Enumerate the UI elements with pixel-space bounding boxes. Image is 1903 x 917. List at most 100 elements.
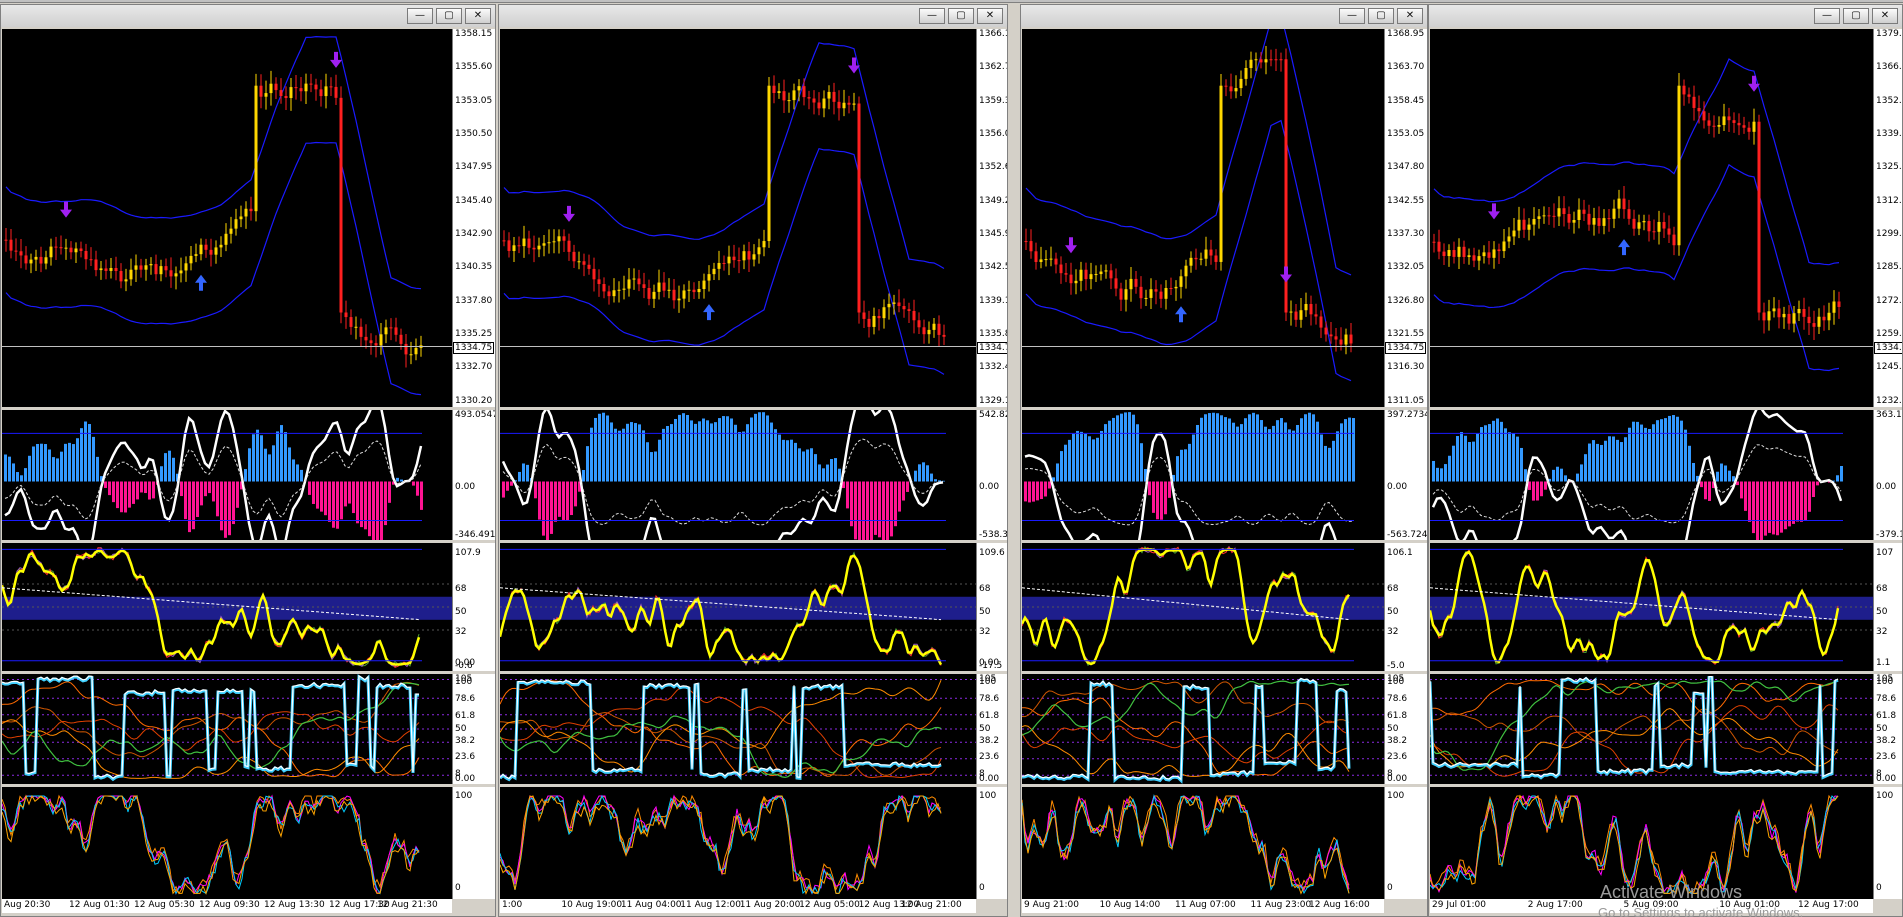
price-scale[interactable]: 1358.15 1355.60 1353.05 1350.50 1347.95 1345.… [452,29,495,407]
time-axis[interactable]: Aug 20:30 12 Aug 01:30 12 Aug 05:30 12 Aug … [2,899,452,913]
price-scale[interactable]: 1379. 1366. 1352. 1339. 1325. 1312. 1299. 1285.… [1873,29,1902,407]
stochastic-scale[interactable]: 105 100 78.6 61.8 50 38.2 23.6 8 0.00 [452,674,495,784]
rsi-scale[interactable]: 107.9 68 50 32 0.00 -0.6 [452,543,495,671]
rsi-scale[interactable]: 109.6 68 50 32 0.00 -17.5 [976,543,1007,671]
oscillator-pane[interactable] [2,787,452,899]
macd-histogram-bar [1500,421,1503,482]
candle [837,90,841,121]
price-chart-pane[interactable] [1022,29,1384,407]
minimize-button[interactable]: — [919,8,945,24]
scale-tick-label: 32 [1876,627,1888,638]
stochastic-scale[interactable]: 105 100 78.6 61.8 50 38.2 23.6 8 0.00 [1384,674,1427,784]
macd-scale[interactable]: 542.8255 0.00 -538.316 [976,410,1007,540]
time-axis[interactable]: 9 Aug 21:00 10 Aug 14:00 11 Aug 07:00 11 Au… [1022,899,1384,913]
price-chart-pane[interactable] [1430,29,1873,407]
stochastic-pane[interactable] [1430,674,1873,784]
candle [772,75,776,104]
close-button[interactable]: ✕ [977,8,1003,24]
chart-window-3[interactable]: — ▢ ✕ 1368.95 1363.70 1358.45 1353.05 1347.80 13… [1020,4,1428,917]
macd-histogram-bar [522,463,525,482]
chart-window-titlebar[interactable]: — ▢ ✕ [499,5,1007,27]
oscillator-scale[interactable]: 100 0 [976,787,1007,899]
restore-button[interactable]: ▢ [1843,8,1869,24]
macd-histogram-bar [92,436,95,482]
oscillator-scale[interactable]: 100 0 [1384,787,1427,899]
chart-window-2[interactable]: —▢✕1366.101362.701359.301356.001352.6013… [498,4,1008,917]
scale-tick-label: 1335.80 [979,328,1007,339]
macd-histogram-bar [136,481,139,500]
macd-histogram-bar [1188,443,1191,482]
macd-histogram-bar [44,444,47,482]
stochastic-pane[interactable] [2,674,452,784]
rsi-pane[interactable] [1430,543,1873,671]
macd-histogram-bar [790,439,793,482]
candle [1537,209,1541,229]
macd-histogram-bar [1620,442,1623,482]
chart-window-1[interactable]: — ▢ ✕ 1358.15 1355.60 1353.05 1350.50 1347.95 13… [0,4,496,917]
macd-histogram-bar [28,455,31,482]
scale-tick-label: 493.0547 [455,410,496,420]
candle [1832,290,1836,325]
macd-histogram-bar [1660,419,1663,482]
scale-tick-label: 50 [455,607,467,617]
stochastic-scale[interactable]: 105 100 78.6 61.8 50 38.2 23.6 8 0.00 [976,674,1007,784]
macd-histogram-bar [1664,418,1667,482]
price-scale[interactable]: 1368.95 1363.70 1358.45 1353.05 1347.80 1342.… [1384,29,1427,407]
time-axis[interactable]: 1:00 10 Aug 19:00 11 Aug 04:00 11 Aug 12:00… [500,899,976,913]
stochastic-pane[interactable] [500,674,976,784]
macd-histogram-bar [702,418,705,482]
macd-scale[interactable]: 397.2734 0.00 -563.724 [1384,410,1427,540]
price-chart-pane[interactable] [500,29,976,407]
macd-histogram-bar [1668,415,1671,482]
macd-histogram-bar [1284,422,1287,482]
stochastic-scale[interactable]: 105 100 78.6 61.8 50 38.2 23.6 8 0.00 [1873,674,1902,784]
close-button[interactable]: ✕ [465,8,491,24]
minimize-button[interactable]: — [1814,8,1840,24]
scale-tick-label: 100 [455,677,473,688]
candle [14,238,18,262]
oscillator-scale[interactable]: 100 0 [1873,787,1902,899]
candle [1712,115,1716,138]
close-button[interactable]: ✕ [1872,8,1898,24]
macd-histogram-bar [1312,414,1315,482]
macd-scale[interactable]: 493.0547 0.00 -346.491 [452,410,496,540]
candle [1657,210,1661,245]
candle [652,284,656,308]
restore-button[interactable]: ▢ [948,8,974,24]
chart-window-titlebar[interactable]: — ▢ ✕ [1429,5,1902,27]
minimize-button[interactable]: — [407,8,433,24]
oscillator-scale[interactable]: 100 0 [452,787,495,899]
rsi-neutral-zone [500,596,976,620]
time-axis-label: 11 Aug 20:00 [739,900,801,910]
macd-histogram-pane[interactable] [2,410,452,540]
rsi-scale[interactable]: 106.1 68 50 32 -5.0 [1384,543,1427,671]
rsi-pane[interactable] [500,543,976,671]
minimize-button[interactable]: — [1339,8,1365,24]
macd-histogram-bar [1496,418,1499,482]
scale-tick-label: 68 [1876,583,1888,594]
rsi-scale[interactable]: 107 68 50 32 1.1 [1873,543,1902,671]
macd-histogram-bar [108,481,111,496]
chart-window-4[interactable]: — ▢ ✕ 1379. 1366. 1352. 1339. 1325. 1312. 1299. 12… [1428,4,1903,917]
restore-button[interactable]: ▢ [436,8,462,24]
chart-window-titlebar[interactable]: — ▢ ✕ [1,5,495,27]
macd-histogram-pane[interactable] [500,410,976,540]
price-chart-pane[interactable] [2,29,452,407]
oscillator-pane[interactable] [1022,787,1384,899]
macd-histogram-bar [774,429,777,482]
stochastic-pane[interactable] [1022,674,1384,784]
rsi-pane[interactable] [2,543,452,671]
close-button[interactable]: ✕ [1397,8,1423,24]
candle [44,250,48,270]
macd-histogram-pane[interactable] [1022,410,1384,540]
restore-button[interactable]: ▢ [1368,8,1394,24]
price-scale[interactable]: 1366.10 1362.70 1359.30 1356.00 1352.60 1349.… [976,29,1007,407]
macd-scale[interactable]: 363.13 0.00 -379.1 [1873,410,1902,540]
rsi-pane[interactable] [1022,543,1384,671]
macd-histogram-bar [356,481,359,524]
oscillator-pane[interactable] [500,787,976,899]
macd-histogram-bar [68,442,71,482]
chart-window-titlebar[interactable]: — ▢ ✕ [1021,5,1427,27]
macd-histogram-pane[interactable] [1430,410,1873,540]
time-axis-label: 12 Aug 16:00 [1309,900,1370,910]
